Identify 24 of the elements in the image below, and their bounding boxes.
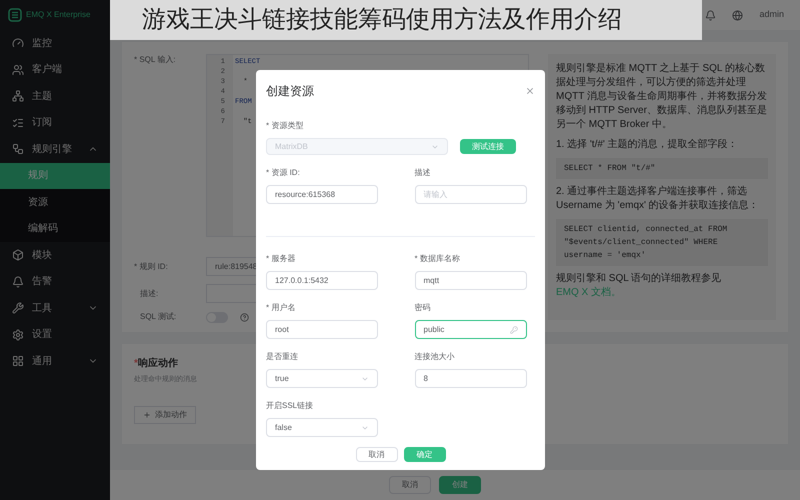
field-label: 密码 xyxy=(414,302,432,314)
logo-text: EMQ X Enterprise xyxy=(26,9,90,21)
field-label: * 服务器 xyxy=(266,253,296,265)
field-label: * 规则 ID: xyxy=(134,260,169,272)
banner-title: 游戏王决斗链接技能筹码使用方法及作用介绍 xyxy=(142,5,622,35)
dialog-title: 创建资源 xyxy=(266,83,314,100)
help-text: 规则引擎是标准 MQTT 之上基于 SQL 的核心数据处理与分发组件，可以方便的筛选并处理 MQTT 消息与设备生命周期事件，并将数据分发移动到 HTTP Server、数据库、消息队列甚至是另一个 MQTT Broker 中。 xyxy=(556,62,768,132)
code-block: SELECT clientid, connected_at FROM "$events/client_connected" WHERE username = 'emqx' xyxy=(556,219,768,266)
field-label: 是否重连 xyxy=(266,351,299,363)
field-label: SQL 测试: xyxy=(139,311,178,323)
field-label: * 用户名 xyxy=(266,302,296,314)
help-text: 1. 选择 't/#' 主题的消息，提取全部字段： xyxy=(556,138,739,152)
field-label: * 资源 ID: xyxy=(266,167,301,179)
field-label: 连接池大小 xyxy=(414,351,456,363)
field-label: * SQL 输入: xyxy=(134,54,176,66)
code-block: SELECT * FROM "t/#" xyxy=(556,158,768,179)
help-text: 2. 通过事件主题选择客户端连接事件，筛选 Username 为 'emqx' 的设备并获取连接信息： xyxy=(556,185,760,213)
field-label: 描述 xyxy=(414,167,432,179)
help-text: 规则引擎和 SQL 语句的详细教程参见 EMQ X 文档。 xyxy=(556,272,722,300)
field-label: * 资源类型 xyxy=(266,120,304,132)
section-title: *响应动作 xyxy=(134,356,178,371)
field-label: * 数据库名称 xyxy=(414,253,461,265)
field-label: 描述: xyxy=(139,288,160,300)
field-label: 开启SSL链接 xyxy=(266,400,314,412)
